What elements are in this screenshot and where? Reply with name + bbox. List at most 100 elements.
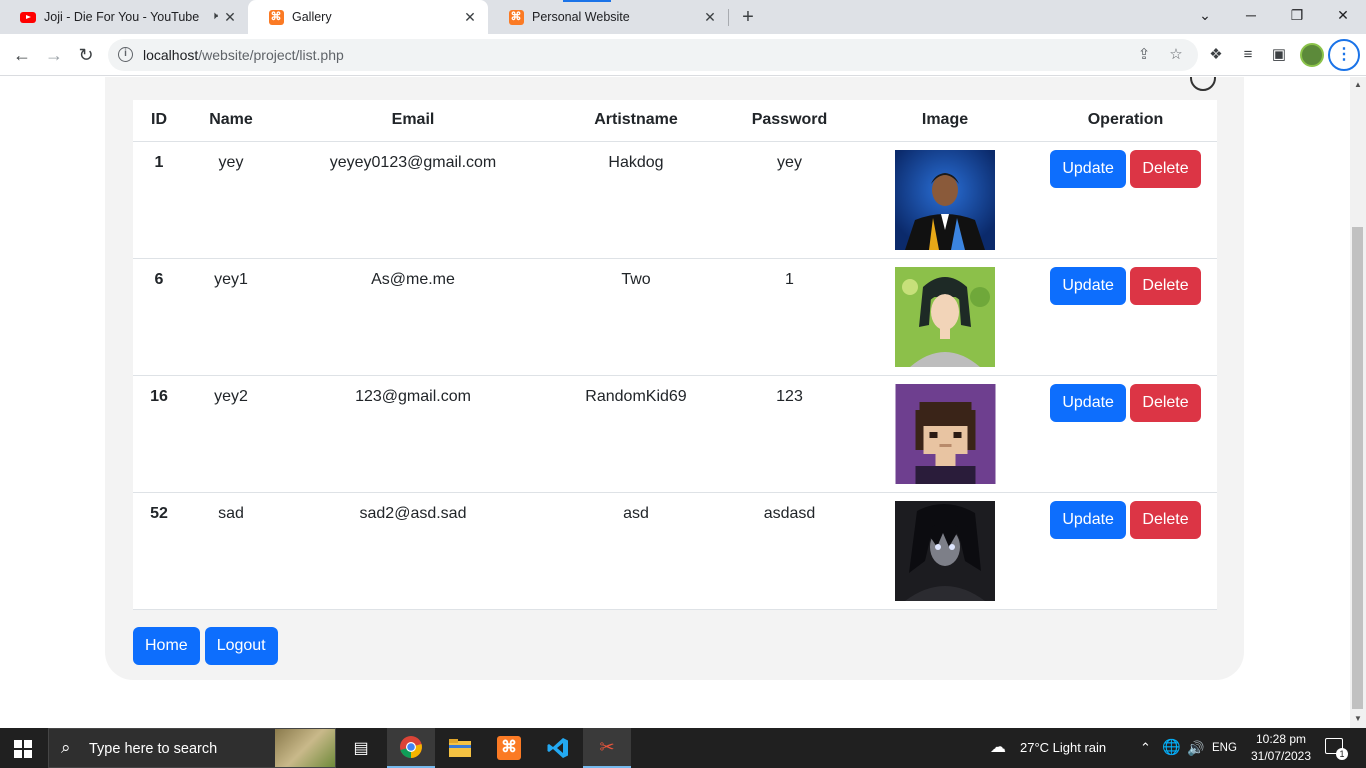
table-row: 52 sad sad2@asd.sad asd asdasd Update De…	[133, 492, 1217, 610]
tab-search-icon[interactable]: ⌄	[1182, 0, 1228, 30]
extensions-icon[interactable]: ❖	[1205, 44, 1227, 66]
volume-icon[interactable]: 🔊	[1187, 728, 1204, 768]
language-indicator[interactable]: ENG	[1212, 728, 1237, 768]
tab-divider	[728, 9, 729, 26]
cell-id: 16	[133, 375, 185, 493]
tab-personal-website[interactable]: ⌘ Personal Website ✕	[488, 0, 728, 34]
windows-start-icon[interactable]	[14, 740, 32, 758]
user-image-thumbnail	[895, 383, 995, 484]
xampp-taskbar-icon[interactable]: ⌘	[485, 728, 533, 768]
delete-button[interactable]: Delete	[1130, 266, 1201, 305]
column-header-password: Password	[723, 100, 856, 142]
back-button[interactable]: ←	[8, 41, 36, 69]
weather-icon[interactable]: ☁	[990, 728, 1006, 768]
delete-button[interactable]: Delete	[1130, 383, 1201, 422]
close-tab-icon[interactable]: ✕	[462, 9, 478, 26]
column-header-email: Email	[277, 100, 549, 142]
xampp-icon: ⌘	[508, 9, 524, 25]
file-explorer-icon[interactable]	[436, 728, 484, 768]
tab-youtube[interactable]: Joji - Die For You - YouTube 🕨 ✕	[0, 0, 248, 34]
cell-image	[856, 492, 1034, 610]
scrollbar-thumb[interactable]	[1352, 227, 1363, 709]
browser-menu-icon[interactable]: ⋮	[1328, 39, 1360, 71]
new-tab-button[interactable]: +	[737, 6, 759, 29]
cell-password: 123	[723, 375, 856, 493]
xampp-icon: ⌘	[268, 9, 284, 25]
cell-name: sad	[185, 492, 277, 610]
address-bar[interactable]: i localhost/website/project/list.php ⇪ ☆	[108, 39, 1198, 71]
user-image-thumbnail	[895, 149, 995, 250]
cell-artistname: Two	[549, 258, 723, 376]
cell-image	[856, 141, 1034, 259]
user-image-thumbnail	[895, 500, 995, 601]
column-header-artistname: Artistname	[549, 100, 723, 142]
column-header-image: Image	[856, 100, 1034, 142]
cell-id: 52	[133, 492, 185, 610]
close-tab-icon[interactable]: ✕	[702, 9, 718, 26]
cell-operation: Update Delete	[1034, 492, 1217, 610]
restore-button[interactable]: ❐	[1274, 0, 1320, 30]
home-button[interactable]: Home	[133, 627, 200, 665]
taskbar-search-box[interactable]: ⌕ Type here to search	[48, 728, 336, 768]
media-controls-icon[interactable]: ≡	[1237, 44, 1259, 66]
scroll-up-icon[interactable]: ▲	[1353, 80, 1363, 89]
vscode-icon[interactable]	[534, 728, 582, 768]
side-panel-icon[interactable]: ▣	[1268, 44, 1290, 66]
cell-email: sad2@asd.sad	[277, 492, 549, 610]
delete-button[interactable]: Delete	[1130, 500, 1201, 539]
bookmark-star-icon[interactable]: ☆	[1166, 45, 1186, 65]
youtube-icon	[20, 9, 36, 25]
share-icon[interactable]: ⇪	[1134, 45, 1154, 65]
delete-button[interactable]: Delete	[1130, 149, 1201, 188]
show-hidden-icons-icon[interactable]: ⌃	[1140, 728, 1151, 768]
clock-date: 31/07/2023	[1250, 749, 1312, 763]
cell-password: yey	[723, 141, 856, 259]
tab-loading-indicator	[563, 0, 611, 2]
notification-count-badge: 1	[1336, 748, 1348, 760]
users-table: ID Name Email Artistname Password Image …	[133, 100, 1217, 610]
cell-artistname: asd	[549, 492, 723, 610]
minimize-button[interactable]: ─	[1228, 0, 1274, 30]
weather-text[interactable]: 27°C Light rain	[1020, 728, 1106, 768]
cell-artistname: RandomKid69	[549, 375, 723, 493]
forward-button[interactable]: →	[40, 41, 68, 69]
update-button[interactable]: Update	[1050, 383, 1126, 422]
network-icon[interactable]: 🌐	[1162, 728, 1181, 768]
browser-toolbar: ← → ↻ i localhost/website/project/list.p…	[0, 34, 1366, 76]
scroll-down-icon[interactable]: ▼	[1353, 714, 1363, 723]
update-button[interactable]: Update	[1050, 500, 1126, 539]
windows-taskbar: ⌕ Type here to search ▤ ⌘ ✂ ☁ 27°C Light…	[0, 728, 1366, 768]
search-icon: ⌕	[61, 738, 71, 757]
system-clock[interactable]: 10:28 pm 31/07/2023	[1246, 731, 1316, 765]
chrome-taskbar-icon[interactable]	[387, 728, 435, 768]
table-row: 6 yey1 As@me.me Two 1 Update Delete	[133, 258, 1217, 376]
task-view-icon[interactable]: ▤	[337, 728, 385, 768]
search-highlight-image	[275, 729, 335, 767]
cell-artistname: Hakdog	[549, 141, 723, 259]
url-text: localhost/website/project/list.php	[143, 47, 344, 63]
cell-image	[856, 375, 1034, 493]
profile-avatar[interactable]	[1300, 43, 1324, 67]
table-header-row: ID Name Email Artistname Password Image …	[133, 100, 1217, 142]
column-header-name: Name	[185, 100, 277, 142]
snipping-tool-icon[interactable]: ✂	[583, 728, 631, 768]
cell-email: yeyey0123@gmail.com	[277, 141, 549, 259]
tab-gallery[interactable]: ⌘ Gallery ✕	[248, 0, 488, 34]
speaker-icon[interactable]: 🕨	[211, 10, 218, 23]
site-info-icon[interactable]: i	[118, 47, 133, 62]
update-button[interactable]: Update	[1050, 149, 1126, 188]
cell-name: yey	[185, 141, 277, 259]
tab-title: Joji - Die For You - YouTube	[44, 10, 200, 24]
column-header-operation: Operation	[1034, 100, 1217, 142]
cell-name: yey2	[185, 375, 277, 493]
update-button[interactable]: Update	[1050, 266, 1126, 305]
close-window-button[interactable]: ✕	[1320, 0, 1366, 30]
cell-email: 123@gmail.com	[277, 375, 549, 493]
reload-button[interactable]: ↻	[72, 41, 100, 69]
page-viewport: ID Name Email Artistname Password Image …	[0, 77, 1350, 728]
cell-name: yey1	[185, 258, 277, 376]
close-tab-icon[interactable]: ✕	[222, 9, 238, 26]
logout-button[interactable]: Logout	[204, 627, 278, 665]
user-image-thumbnail	[895, 266, 995, 367]
tab-title: Gallery	[292, 10, 332, 24]
